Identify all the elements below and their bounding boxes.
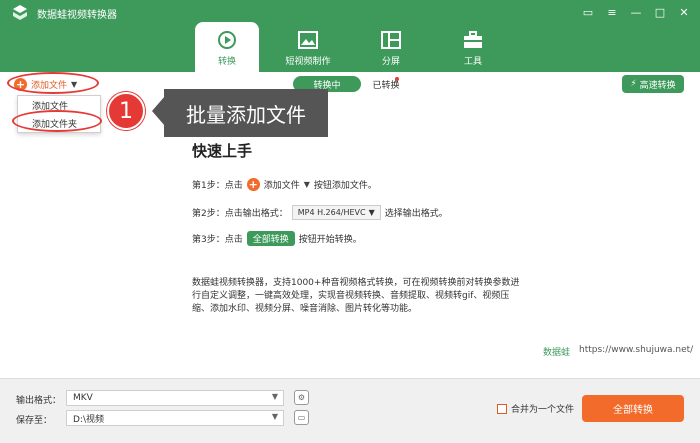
tab-split-screen[interactable]: 分屏 xyxy=(359,22,423,72)
add-file-label: 添加文件 xyxy=(31,80,68,91)
output-format-label: 输出格式： xyxy=(16,396,62,406)
save-to-label: 保存至： xyxy=(16,416,53,426)
app-logo-icon xyxy=(13,5,27,20)
feedback-icon[interactable]: ▭ xyxy=(578,3,598,21)
convert-all-chip: 全部转换 xyxy=(246,231,295,246)
tab-split-screen-label: 分屏 xyxy=(381,57,400,67)
tab-convert[interactable]: 转换 xyxy=(195,22,259,72)
step-3-prefix: 第3步：点击 xyxy=(192,235,243,245)
step-3-suffix: 按钮开始转换。 xyxy=(298,235,362,245)
settings-icon[interactable]: ≡ xyxy=(602,3,622,21)
notification-dot xyxy=(395,77,399,81)
minimize-icon[interactable]: — xyxy=(626,3,646,21)
tab-converted[interactable]: 已转换 xyxy=(362,76,410,92)
chevron-down-icon: ▼ xyxy=(271,392,278,401)
step-1-prefix: 第1步：点击 xyxy=(192,181,243,191)
merge-checkbox[interactable] xyxy=(497,403,507,414)
output-format-value: MKV xyxy=(73,393,93,403)
step-1-button: 添加文件 xyxy=(263,181,300,191)
bottom-panel: 输出格式： MKV ▼ ⚙ 保存至： D:\视频 ▼ ▭ 合并为一个文件 全部转… xyxy=(0,378,700,443)
plus-icon: + xyxy=(246,178,260,191)
tab-short-video[interactable]: 短视频制作 xyxy=(276,22,340,72)
add-file-dropdown: 添加文件 添加文件夹 xyxy=(17,95,101,133)
tab-short-video-label: 短视频制作 xyxy=(285,57,331,67)
footer-brand: 数据蛙 xyxy=(543,348,571,358)
convert-icon xyxy=(216,30,238,50)
title-bar: 数据蛙视频转换器 ▭ ≡ — □ ✕ 转换 短视频制作 分屏 工具 xyxy=(0,0,700,72)
quick-start-title: 快速上手 xyxy=(192,142,253,160)
toolbar: + 添加文件 ▼ 转换中 已转换 ⚡ 高速转换 xyxy=(0,72,700,96)
step-2-suffix: 选择输出格式。 xyxy=(384,209,448,219)
lightning-icon: ⚡ xyxy=(630,79,637,89)
footer-url[interactable]: https://www.shujuwa.net/ xyxy=(579,345,693,355)
toolbox-icon xyxy=(462,30,484,50)
annotation-number: 1 xyxy=(107,92,145,130)
chevron-down-icon[interactable]: ▼ xyxy=(71,80,77,89)
tab-tools[interactable]: 工具 xyxy=(441,22,505,72)
split-screen-icon xyxy=(380,30,402,50)
save-to-select[interactable]: D:\视频 ▼ xyxy=(66,410,284,426)
app-title: 数据蛙视频转换器 xyxy=(37,10,117,21)
annotation-callout: 批量添加文件 xyxy=(164,89,328,137)
image-icon xyxy=(297,30,319,50)
chevron-down-icon: ▼ xyxy=(303,180,310,189)
folder-icon[interactable]: ▭ xyxy=(294,410,309,425)
step-2-prefix: 第2步：点击输出格式： xyxy=(192,209,288,219)
output-format-select[interactable]: MKV ▼ xyxy=(66,390,284,406)
step-3: 第3步：点击 全部转换 按钮开始转换。 xyxy=(192,231,362,246)
merge-option[interactable]: 合并为一个文件 xyxy=(497,402,574,415)
step-1-suffix: 按钮添加文件。 xyxy=(313,181,377,191)
merge-label: 合并为一个文件 xyxy=(511,405,575,415)
plus-icon: + xyxy=(14,77,27,91)
chevron-down-icon: ▼ xyxy=(271,412,278,421)
convert-all-button[interactable]: 全部转换 xyxy=(582,395,684,422)
save-to-value: D:\视频 xyxy=(73,414,104,425)
chevron-down-icon: ▼ xyxy=(368,208,375,217)
step-2: 第2步：点击输出格式： MP4 H.264/HEVC ▼ 选择输出格式。 xyxy=(192,205,448,220)
menu-item-add-file[interactable]: 添加文件 xyxy=(18,96,100,114)
tab-convert-label: 转换 xyxy=(217,57,236,67)
format-chip: MP4 H.264/HEVC ▼ xyxy=(291,205,381,220)
menu-item-add-folder[interactable]: 添加文件夹 xyxy=(18,114,100,132)
add-file-button[interactable]: + 添加文件 ▼ xyxy=(14,75,77,93)
close-icon[interactable]: ✕ xyxy=(674,3,694,21)
high-speed-button[interactable]: ⚡ 高速转换 xyxy=(622,75,684,93)
high-speed-label: 高速转换 xyxy=(639,80,676,91)
window-controls: ▭ ≡ — □ ✕ xyxy=(578,3,694,21)
step-1: 第1步：点击 + 添加文件 ▼ 按钮添加文件。 xyxy=(192,178,377,191)
format-settings-icon[interactable]: ⚙ xyxy=(294,390,309,405)
description-text: 数据蛙视频转换器，支持1000+种音视频格式转换，可在视频转换前对转换参数进行自… xyxy=(192,278,520,314)
maximize-icon[interactable]: □ xyxy=(650,3,670,21)
tab-tools-label: 工具 xyxy=(463,57,482,67)
format-chip-label: MP4 H.264/HEVC xyxy=(297,208,366,217)
